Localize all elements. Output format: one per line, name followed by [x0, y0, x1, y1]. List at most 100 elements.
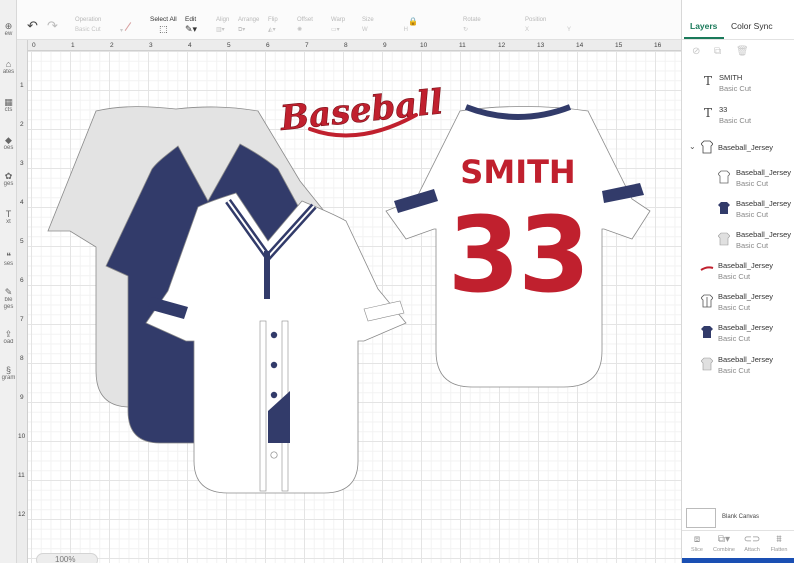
layer-row[interactable]: Baseball_Jersey Basic Cut — [682, 290, 794, 318]
jersey-button — [270, 361, 278, 369]
combine-icon: ⧉▾ — [717, 534, 731, 545]
strip-item-editable-images[interactable]: ✎ ble ges — [0, 288, 17, 311]
tab-color-sync[interactable]: Color Sync — [731, 21, 773, 31]
attach-button[interactable]: ⊂⊃ Attach — [739, 534, 765, 553]
lock-icon[interactable]: 🔒 — [408, 17, 418, 26]
edit-button[interactable]: Edit ✎▾ — [185, 16, 198, 34]
size-control[interactable]: Size WH — [362, 17, 408, 34]
layer-row[interactable]: T 33 Basic Cut — [682, 102, 794, 130]
offset-control[interactable]: Offset ✺ — [297, 17, 313, 34]
strip-item-shapes[interactable]: ◆ oes — [0, 136, 17, 152]
vertical-ruler: 1 2 3 4 5 6 7 8 9 10 11 12 — [17, 40, 28, 563]
strip-item-text[interactable]: T xt — [0, 210, 17, 226]
text-layer-icon: T — [704, 106, 713, 120]
canvas-artwork: SMITH 33 Baseball — [47, 82, 651, 494]
jersey-number-text[interactable]: 33 — [448, 194, 591, 316]
layer-group-row[interactable]: ⌄ Baseball_Jersey — [682, 138, 794, 166]
jersey-outline-icon — [718, 170, 730, 184]
make-it-bar[interactable] — [682, 558, 794, 563]
layer-row[interactable]: Baseball_Jersey Basic Cut — [682, 259, 794, 287]
attach-icon: ⊂⊃ — [743, 534, 761, 545]
strip-item-images[interactable]: ✿ ges — [0, 172, 17, 188]
active-tab-indicator — [684, 37, 724, 39]
arrange-icon: ⧉▾ — [238, 27, 246, 33]
strip-item-phrases[interactable]: ❝ ses — [0, 252, 17, 268]
new-icon: ⊕ — [4, 21, 13, 31]
strip-item-projects[interactable]: ▦ cts — [0, 98, 17, 114]
svg-text:Baseball: Baseball — [277, 82, 445, 139]
text-icon: T — [5, 209, 12, 219]
rotate-control[interactable]: Rotate ↻ — [463, 17, 481, 34]
warp-icon: ▭▾ — [331, 27, 340, 33]
baseball-text-icon — [700, 266, 714, 271]
align-control[interactable]: Align ▥▾ — [216, 17, 229, 34]
horizontal-ruler: 0 1 2 3 4 5 6 7 8 9 10 11 12 13 14 15 16 — [28, 40, 681, 51]
tab-layers[interactable]: Layers — [690, 21, 717, 31]
delete-icon[interactable]: 🗑 — [736, 46, 749, 57]
group-icon[interactable]: ⊘ — [692, 46, 700, 57]
group-jersey-icon — [701, 140, 713, 154]
canvas-color-swatch[interactable] — [686, 508, 716, 528]
chevron-down-icon: ▾ — [120, 28, 124, 34]
strip-item-monogram[interactable]: § gram — [0, 366, 17, 382]
images-icon: ✿ — [4, 171, 13, 181]
jersey-button — [270, 331, 278, 339]
design-canvas[interactable]: SMITH 33 Baseball — [28, 51, 681, 563]
layer-row[interactable]: Baseball_Jersey Basic Cut — [682, 197, 794, 225]
front-placket-left — [259, 320, 267, 492]
select-all-icon: ⬚ — [159, 24, 168, 34]
pen-color-icon[interactable] — [124, 22, 136, 34]
jersey-navy-icon — [701, 326, 713, 338]
panel-tabs: Layers Color Sync — [682, 0, 794, 40]
layer-row[interactable]: Baseball_Jersey Basic Cut — [682, 228, 794, 256]
flip-icon: ◭▾ — [268, 27, 276, 33]
flatten-icon: ⩩ — [776, 534, 782, 545]
baseball-script-text[interactable]: Baseball — [277, 82, 445, 140]
text-layer-icon: T — [704, 74, 713, 88]
duplicate-icon[interactable]: ⧉ — [714, 46, 721, 57]
layer-row[interactable]: Baseball_Jersey Basic Cut — [682, 321, 794, 349]
jersey-gray-icon — [701, 357, 713, 371]
jersey-navy-icon — [718, 202, 730, 214]
flatten-button[interactable]: ⩩ Flatten — [766, 534, 792, 553]
operation-control[interactable]: Operation Basic Cut — [75, 17, 101, 34]
editable-images-icon: ✎ — [4, 287, 13, 297]
align-icon: ▥▾ — [216, 27, 225, 33]
blank-canvas-layer[interactable]: Blank Canvas — [686, 508, 791, 530]
slice-icon: ⧈ — [693, 534, 701, 545]
shapes-icon: ◆ — [5, 135, 12, 145]
upload-icon: ⇪ — [4, 329, 13, 339]
layer-tools: ⊘ ⧉ 🗑 — [682, 42, 794, 62]
jersey-name-text[interactable]: SMITH — [460, 153, 575, 191]
strip-item-new[interactable]: ⊕ ew — [0, 22, 17, 38]
jersey-button — [270, 391, 278, 399]
layer-row[interactable]: Baseball_Jersey Basic Cut — [682, 166, 794, 194]
position-control[interactable]: Position XY — [525, 17, 571, 34]
combine-button[interactable]: ⧉▾ Combine — [711, 534, 737, 553]
zoom-control[interactable]: 100% — [36, 553, 98, 563]
edit-toolbar: ↶ ↷ Operation Basic Cut ▾ Select All ⬚ E… — [17, 0, 681, 40]
monogram-icon: § — [5, 365, 11, 375]
layers-panel: Layers Color Sync ⊘ ⧉ 🗑 T SMITH Basic Cu… — [681, 0, 794, 563]
phrases-icon: ❝ — [6, 251, 11, 261]
projects-icon: ▦ — [4, 97, 13, 107]
jersey-gray-icon — [718, 232, 730, 246]
left-navigation-strip: ⊕ ew ⌂ ates ▦ cts ◆ oes ✿ ges T xt ❝ ses… — [0, 0, 17, 563]
rotate-icon: ↻ — [463, 27, 469, 33]
templates-icon: ⌂ — [5, 59, 12, 69]
offset-icon: ✺ — [297, 27, 303, 33]
chevron-down-icon[interactable]: ⌄ — [689, 142, 696, 151]
pencil-icon: ✎▾ — [185, 24, 198, 34]
strip-item-templates[interactable]: ⌂ ates — [0, 60, 17, 76]
undo-icon[interactable]: ↶ — [27, 18, 38, 34]
strip-item-upload[interactable]: ⇪ oad — [0, 330, 17, 346]
layer-row[interactable]: Baseball_Jersey Basic Cut — [682, 353, 794, 381]
flip-control[interactable]: Flip ◭▾ — [268, 17, 278, 34]
arrange-control[interactable]: Arrange ⧉▾ — [238, 17, 259, 34]
redo-icon[interactable]: ↷ — [47, 18, 58, 34]
select-all-button[interactable]: Select All ⬚ — [150, 16, 177, 34]
layer-row[interactable]: T SMITH Basic Cut — [682, 70, 794, 98]
warp-control[interactable]: Warp ▭▾ — [331, 17, 345, 34]
slice-button[interactable]: ⧈ Slice — [684, 534, 710, 553]
jersey-striped-icon — [701, 294, 713, 308]
